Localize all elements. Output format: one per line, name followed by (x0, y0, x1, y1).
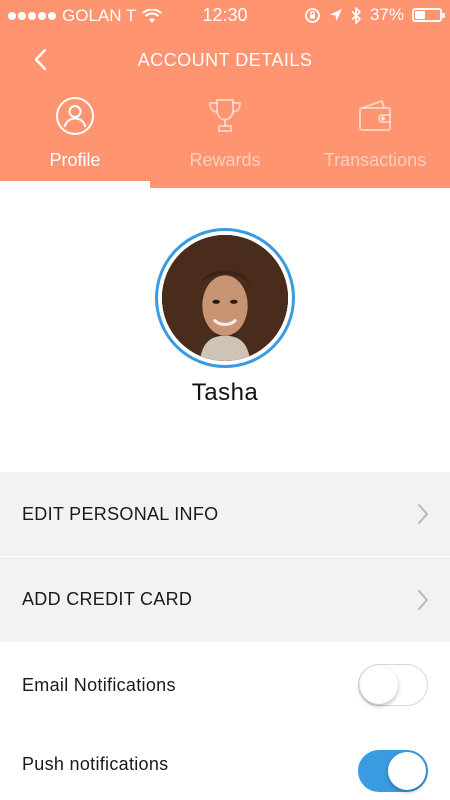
tab-rewards[interactable]: Rewards (150, 90, 300, 188)
chevron-right-icon (418, 589, 428, 610)
bluetooth-icon (351, 6, 362, 24)
active-tab-indicator (0, 181, 150, 188)
email-notifications-row: Email Notifications (0, 642, 450, 728)
status-bar: GOLAN T 12:30 37% (0, 0, 450, 32)
battery-percent: 37% (369, 5, 404, 24)
push-notifications-toggle[interactable] (358, 750, 428, 792)
add-credit-card-label: ADD CREDIT CARD (22, 589, 193, 609)
avatar-photo (162, 235, 288, 361)
push-notifications-label: Push notifications (22, 753, 169, 774)
battery-fill (415, 11, 425, 19)
nav-bar: ACCOUNT DETAILS (0, 38, 450, 82)
avatar-image (162, 235, 288, 361)
battery-icon (412, 8, 445, 22)
toggle-knob (360, 666, 398, 704)
rotation-lock-icon (305, 7, 320, 23)
push-notifications-row: Push notifications (0, 728, 450, 800)
page-title: ACCOUNT DETAILS (137, 50, 313, 70)
avatar[interactable] (155, 228, 295, 368)
tab-profile[interactable]: Profile (0, 90, 150, 188)
tab-label-transactions: Transactions (323, 150, 427, 170)
profile-name: Tasha (191, 379, 259, 406)
toggle-knob (388, 752, 426, 790)
wallet-icon (359, 100, 391, 131)
user-icon (56, 97, 94, 135)
edit-personal-info-label: EDIT PERSONAL INFO (22, 503, 219, 524)
header: GOLAN T 12:30 37% ACCOUNT DETAILS Profil… (0, 0, 450, 188)
email-notifications-label: Email Notifications (22, 674, 176, 695)
tab-label-rewards: Rewards (189, 150, 261, 170)
tab-label-profile: Profile (49, 150, 101, 170)
status-right: 37% (304, 5, 445, 25)
location-icon (329, 9, 342, 21)
edit-personal-info-row[interactable]: EDIT PERSONAL INFO (0, 472, 450, 556)
email-notifications-toggle[interactable] (358, 664, 428, 706)
profile-section: Tasha (0, 188, 450, 472)
add-credit-card-row[interactable]: ADD CREDIT CARD (0, 557, 450, 642)
chevron-right-icon (418, 504, 428, 524)
tab-bar: Profile Rewards Transactions (0, 90, 450, 188)
trophy-icon (209, 99, 241, 132)
tab-transactions[interactable]: Transactions (300, 90, 450, 188)
